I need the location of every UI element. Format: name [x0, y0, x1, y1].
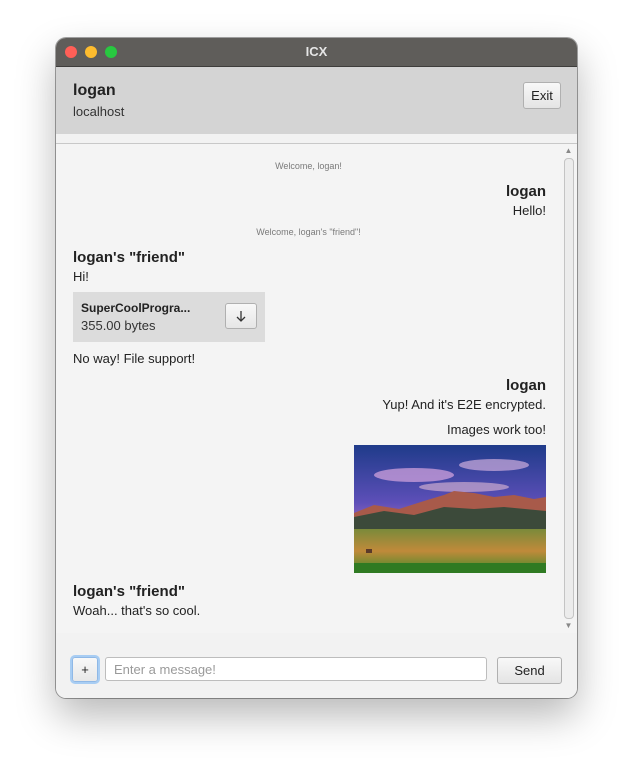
message-text: No way! File support!: [73, 351, 196, 366]
file-attachment: SuperCoolProgra... 355.00 bytes: [73, 292, 265, 342]
scroll-thumb[interactable]: [564, 158, 574, 619]
message-sender: logan: [506, 183, 546, 200]
app-window: ICX logan localhost Exit Welcome, logan!…: [56, 38, 577, 698]
message-text: Hello!: [512, 203, 546, 218]
system-message: Welcome, logan's "friend"!: [256, 227, 361, 237]
message-sender: logan's "friend": [73, 249, 185, 266]
send-button[interactable]: Send: [497, 657, 562, 684]
username-label: logan: [73, 82, 116, 99]
message-input[interactable]: [105, 657, 487, 681]
exit-button[interactable]: Exit: [523, 82, 561, 109]
message-text: Yup! And it's E2E encrypted.: [382, 397, 546, 412]
scroll-up-icon[interactable]: ▲: [562, 146, 575, 156]
download-button[interactable]: [225, 303, 257, 329]
composer-bar: + Send: [56, 633, 577, 698]
chat-scrollbar[interactable]: ▲ ▼: [562, 146, 575, 631]
scroll-down-icon[interactable]: ▼: [562, 621, 575, 631]
file-name: SuperCoolProgra...: [81, 301, 191, 315]
arrow-down-icon: [236, 310, 246, 322]
message-text: Woah... that's so cool.: [73, 603, 201, 618]
mountain-landscape-image: [354, 445, 546, 573]
user-header: logan localhost Exit: [56, 67, 577, 134]
message-text: Hi!: [73, 269, 89, 284]
title-bar[interactable]: ICX: [56, 38, 577, 67]
chat-history[interactable]: Welcome, logan! logan Hello! Welcome, lo…: [56, 143, 577, 634]
attach-button[interactable]: +: [72, 657, 98, 682]
window-title: ICX: [305, 44, 328, 59]
message-sender: logan's "friend": [73, 583, 185, 600]
message-text: Images work too!: [447, 422, 546, 437]
file-size: 355.00 bytes: [81, 318, 156, 333]
system-message: Welcome, logan!: [275, 161, 342, 171]
host-label: localhost: [73, 104, 125, 119]
image-attachment[interactable]: [354, 445, 546, 573]
message-sender: logan: [506, 377, 546, 394]
